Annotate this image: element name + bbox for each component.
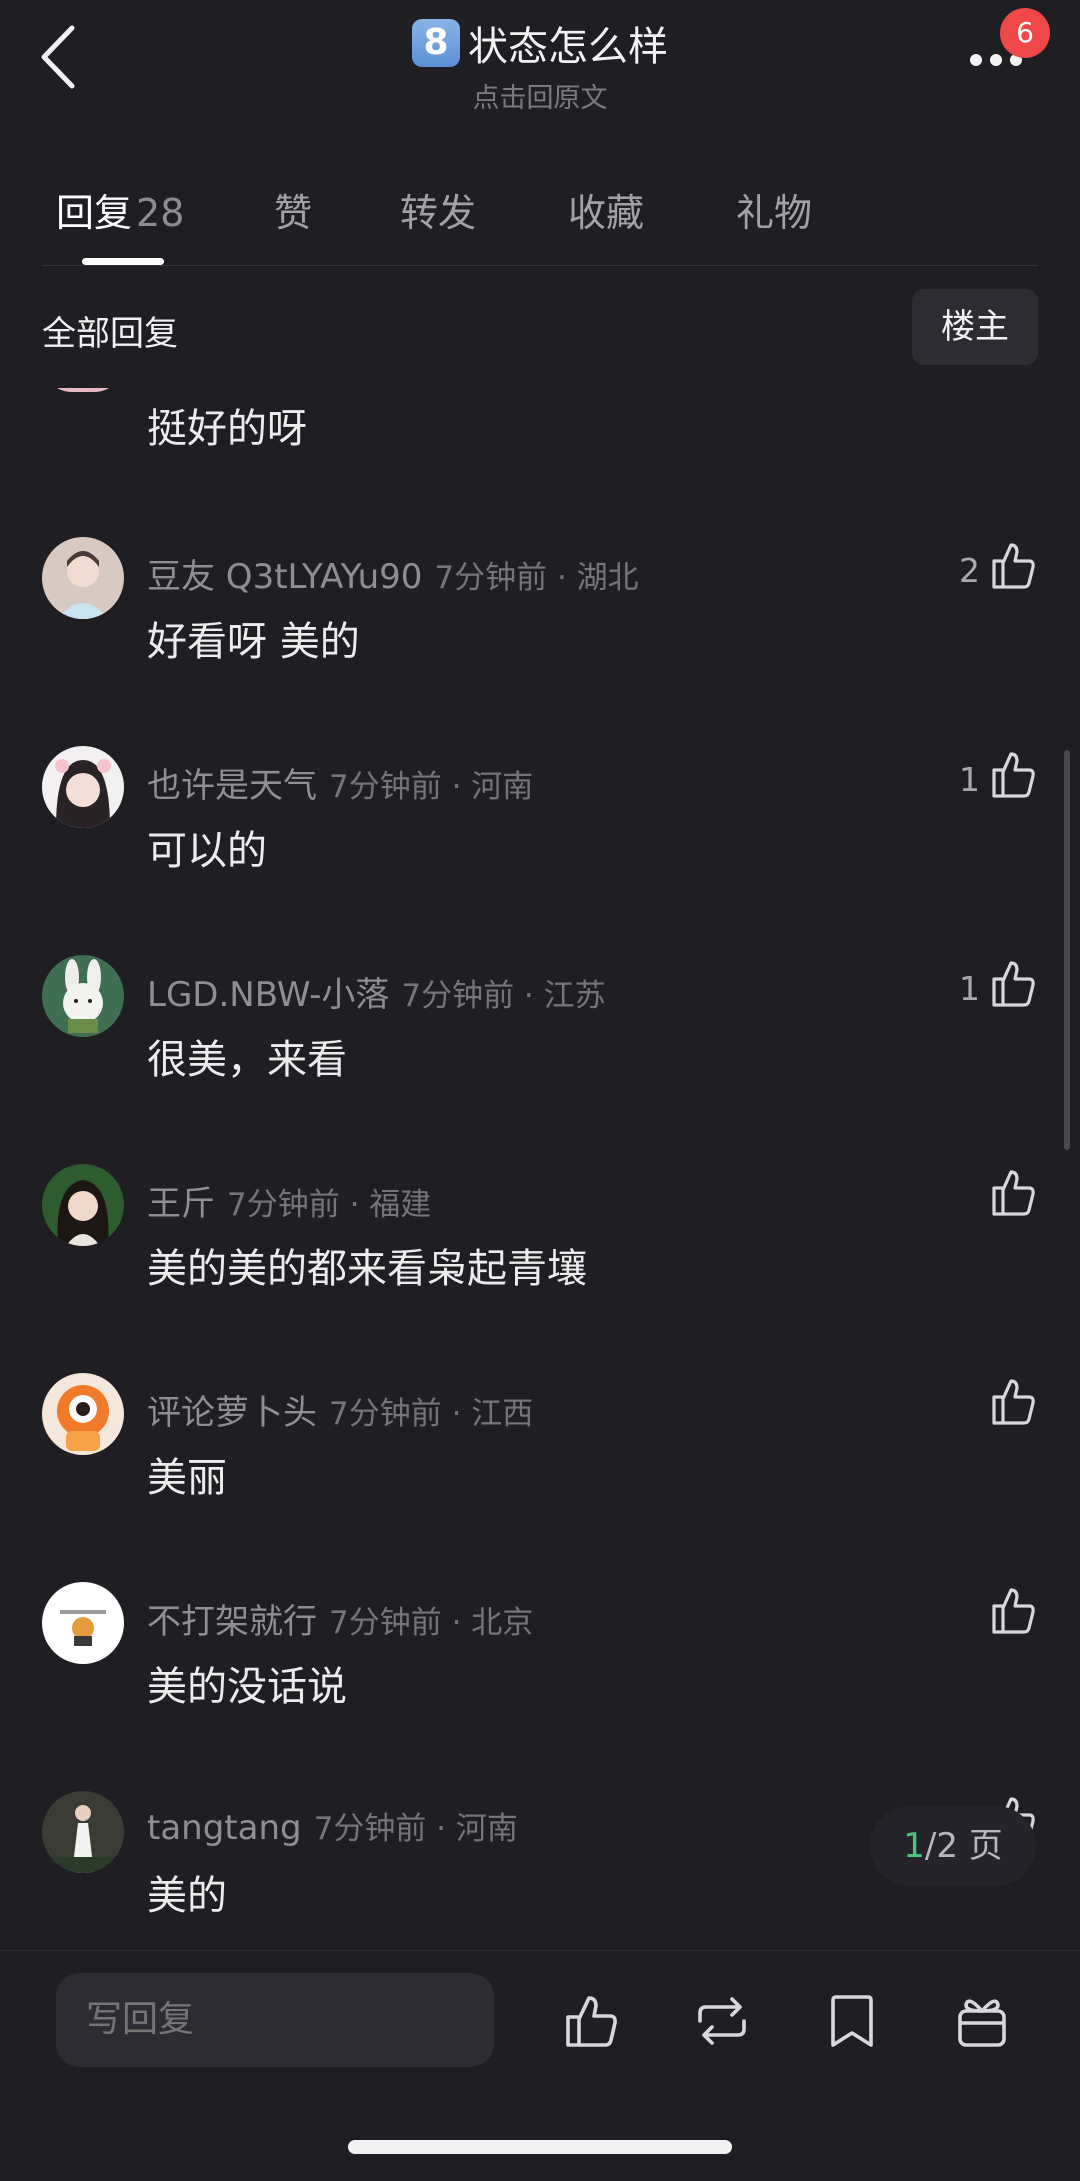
- username[interactable]: 评论萝卜头: [147, 1393, 317, 1433]
- tab-gifts[interactable]: 礼物: [736, 182, 812, 237]
- bookmark-icon[interactable]: [822, 1991, 882, 2051]
- tab-replies[interactable]: 回复 28: [56, 182, 184, 237]
- comment-time: 7分钟前 · 江苏: [401, 978, 606, 1014]
- scrollbar[interactable]: [1064, 750, 1070, 1150]
- comment-time: 7分钟前 · 河南: [313, 1811, 518, 1847]
- list-item[interactable]: 评论萝卜头 7分钟前 · 江西 美丽: [0, 1373, 1080, 1573]
- username[interactable]: 豆友 Q3tLYAYu90: [147, 557, 422, 597]
- list-item[interactable]: 挺好的呀: [0, 380, 1080, 460]
- list-item[interactable]: 也许是天气 7分钟前 · 河南 可以的 1: [0, 746, 1080, 946]
- post-title: 状态怎么样: [468, 24, 668, 70]
- avatar[interactable]: [42, 1791, 124, 1873]
- comment-text: 挺好的呀: [147, 406, 307, 452]
- tab-favorites[interactable]: 收藏: [568, 182, 644, 237]
- comment-time: 7分钟前 · 湖北: [434, 560, 639, 596]
- thumbs-up-icon[interactable]: [990, 1584, 1038, 1636]
- post-header[interactable]: 8 状态怎么样 点击回原文: [0, 14, 1080, 115]
- more-dots-icon: [970, 54, 982, 66]
- home-indicator[interactable]: [348, 2140, 732, 2154]
- comment-time: 7分钟前 · 北京: [329, 1605, 534, 1641]
- top-bar: 8 状态怎么样 点击回原文 6: [0, 0, 1080, 114]
- page-indicator[interactable]: 1/2 页: [870, 1806, 1036, 1886]
- username[interactable]: 不打架就行: [147, 1602, 317, 1642]
- repost-icon[interactable]: [692, 1991, 752, 2051]
- username[interactable]: tangtang: [147, 1808, 302, 1848]
- like-count: 2: [959, 551, 980, 590]
- avatar[interactable]: [42, 362, 124, 392]
- username[interactable]: 也许是天气: [147, 766, 317, 806]
- tab-reposts[interactable]: 转发: [400, 182, 476, 237]
- avatar[interactable]: [42, 1373, 124, 1455]
- number-emoji-icon: 8: [412, 19, 460, 67]
- username[interactable]: LGD.NBW-小落: [147, 975, 389, 1015]
- section-title: 全部回复: [42, 314, 178, 354]
- comment-meta: 王斤 7分钟前 · 福建: [147, 1176, 431, 1225]
- comment-time: 7分钟前 · 河南: [329, 769, 534, 805]
- owner-only-button[interactable]: 楼主: [912, 289, 1038, 365]
- tab-bar: 回复 28 赞 转发 收藏 礼物: [0, 160, 1080, 265]
- comment-meta: tangtang 7分钟前 · 河南: [147, 1803, 518, 1848]
- list-item[interactable]: 豆友 Q3tLYAYu90 7分钟前 · 湖北 好看呀 美的 2: [0, 537, 1080, 737]
- like-count: 1: [959, 969, 980, 1008]
- comment-meta: 也许是天气 7分钟前 · 河南: [147, 758, 533, 807]
- avatar[interactable]: [42, 1164, 124, 1246]
- username[interactable]: 王斤: [147, 1184, 215, 1224]
- comment-text: 很美，来看: [147, 1037, 347, 1083]
- comment-text: 美丽: [147, 1455, 227, 1501]
- comment-meta: 评论萝卜头 7分钟前 · 江西: [147, 1385, 533, 1434]
- back-to-original-link[interactable]: 点击回原文: [0, 76, 1080, 115]
- comment-meta: LGD.NBW-小落 7分钟前 · 江苏: [147, 967, 606, 1016]
- avatar[interactable]: [42, 746, 124, 828]
- reply-input[interactable]: [56, 1973, 494, 2067]
- comment-text: 可以的: [147, 828, 267, 874]
- comment-meta: 不打架就行 7分钟前 · 北京: [147, 1594, 533, 1643]
- comment-time: 7分钟前 · 江西: [329, 1396, 534, 1432]
- thumbs-up-icon[interactable]: [990, 1375, 1038, 1427]
- comment-text: 美的没话说: [147, 1664, 347, 1710]
- gift-icon[interactable]: [952, 1991, 1012, 2051]
- list-item[interactable]: LGD.NBW-小落 7分钟前 · 江苏 很美，来看 1: [0, 955, 1080, 1155]
- notification-badge: 6: [1000, 8, 1050, 58]
- avatar[interactable]: [42, 1582, 124, 1664]
- total-pages: /2 页: [924, 1826, 1003, 1866]
- divider: [42, 265, 1038, 266]
- comment-text: 美的美的都来看枭起青壤: [147, 1246, 587, 1292]
- tab-label: 回复: [56, 191, 133, 235]
- thumbs-up-icon[interactable]: [990, 539, 1038, 591]
- comment-text: 美的: [147, 1873, 227, 1919]
- comment-text: 好看呀 美的: [147, 619, 360, 665]
- thumbs-up-icon[interactable]: [562, 1991, 622, 2051]
- tab-likes[interactable]: 赞: [274, 182, 312, 237]
- comment-time: 7分钟前 · 福建: [227, 1187, 432, 1223]
- like-count: 1: [959, 760, 980, 799]
- current-page: 1: [903, 1826, 925, 1866]
- list-item[interactable]: 不打架就行 7分钟前 · 北京 美的没话说: [0, 1582, 1080, 1782]
- active-tab-indicator: [82, 258, 164, 265]
- thumbs-up-icon[interactable]: [990, 748, 1038, 800]
- comment-meta: 豆友 Q3tLYAYu90 7分钟前 · 湖北: [147, 549, 639, 598]
- list-item[interactable]: 王斤 7分钟前 · 福建 美的美的都来看枭起青壤: [0, 1164, 1080, 1364]
- thumbs-up-icon[interactable]: [990, 957, 1038, 1009]
- avatar[interactable]: [42, 955, 124, 1037]
- avatar[interactable]: [42, 537, 124, 619]
- reply-count: 28: [136, 191, 185, 235]
- thumbs-up-icon[interactable]: [990, 1166, 1038, 1218]
